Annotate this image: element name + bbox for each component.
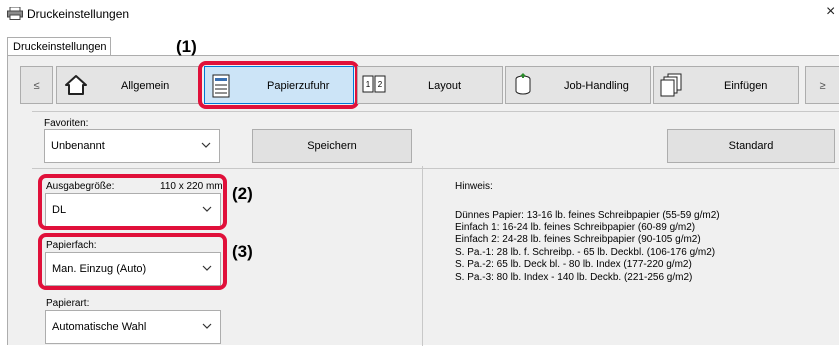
divider-top: [32, 111, 839, 112]
tab-druckeinstellungen[interactable]: Druckeinstellungen: [7, 37, 111, 57]
printer-icon: [7, 7, 23, 20]
highlight-ring-paper-tray: [38, 233, 227, 290]
callout-3: (3): [232, 242, 253, 261]
hint-line: Einfach 2: 24-28 lb. feines Schreibpapie…: [455, 234, 701, 245]
tab-strip: Druckeinstellungen: [0, 26, 839, 57]
favorites-label: Favoriten:: [44, 118, 89, 129]
job-stack-icon: [515, 73, 531, 95]
highlight-ring-paper-size: [38, 174, 227, 230]
highlight-ring-papierzufuhr: [198, 61, 359, 109]
nav-einfuegen-button[interactable]: Einfügen: [653, 66, 799, 104]
hint-line: S. Pa.-1: 28 lb. f. Schreibp. - 65 lb. D…: [455, 247, 716, 258]
paper-type-label: Papierart:: [46, 298, 90, 309]
svg-text:2: 2: [378, 80, 383, 89]
nav-einfuegen-label: Einfügen: [724, 80, 768, 92]
close-icon[interactable]: ×: [826, 3, 835, 21]
nav-next-button[interactable]: ≥: [805, 66, 839, 104]
hint-line: S. Pa.-2: 65 lb. Deck bl. - 80 lb. Index…: [455, 259, 692, 270]
insert-pages-icon: [660, 73, 682, 97]
paper-type-value: Automatische Wahl: [52, 321, 147, 333]
svg-text:1: 1: [366, 80, 371, 89]
chevron-down-icon: [202, 323, 212, 329]
save-button[interactable]: Speichern: [252, 129, 412, 163]
hint-title: Hinweis:: [455, 181, 493, 192]
nav-allgemein-label: Allgemein: [121, 80, 170, 92]
nav-allgemein-button[interactable]: Allgemein: [56, 66, 202, 104]
hint-divider: [422, 166, 426, 346]
nav-prev-button[interactable]: ≤: [20, 66, 53, 104]
nav-job-handling-button[interactable]: Job-Handling: [505, 66, 651, 104]
nav-layout-label: Layout: [428, 80, 462, 92]
hint-line: Einfach 1: 16-24 lb. feines Schreibpapie…: [455, 222, 696, 233]
callout-2: (2): [232, 184, 253, 203]
chevron-down-icon: [201, 142, 211, 148]
favorites-value: Unbenannt: [51, 140, 105, 152]
window-title: Druckeinstellungen: [27, 7, 130, 21]
layout-pages-icon: 1 2: [362, 75, 386, 93]
divider-middle: [32, 168, 839, 169]
title-bar: Druckeinstellungen ×: [0, 0, 839, 26]
favorites-select[interactable]: Unbenannt: [44, 129, 220, 163]
hint-line: S. Pa.-3: 80 lb. Index - 140 lb. Deckb. …: [455, 272, 693, 283]
callout-1: (1): [176, 37, 197, 56]
hint-line: Dünnes Papier: 13-16 lb. feines Schreibp…: [455, 210, 720, 221]
home-icon: [65, 75, 87, 95]
nav-job-handling-label: Job-Handling: [564, 80, 629, 92]
paper-type-select[interactable]: Automatische Wahl: [45, 310, 221, 344]
nav-layout-button[interactable]: 1 2 Layout: [357, 66, 503, 104]
default-button[interactable]: Standard: [667, 129, 835, 163]
